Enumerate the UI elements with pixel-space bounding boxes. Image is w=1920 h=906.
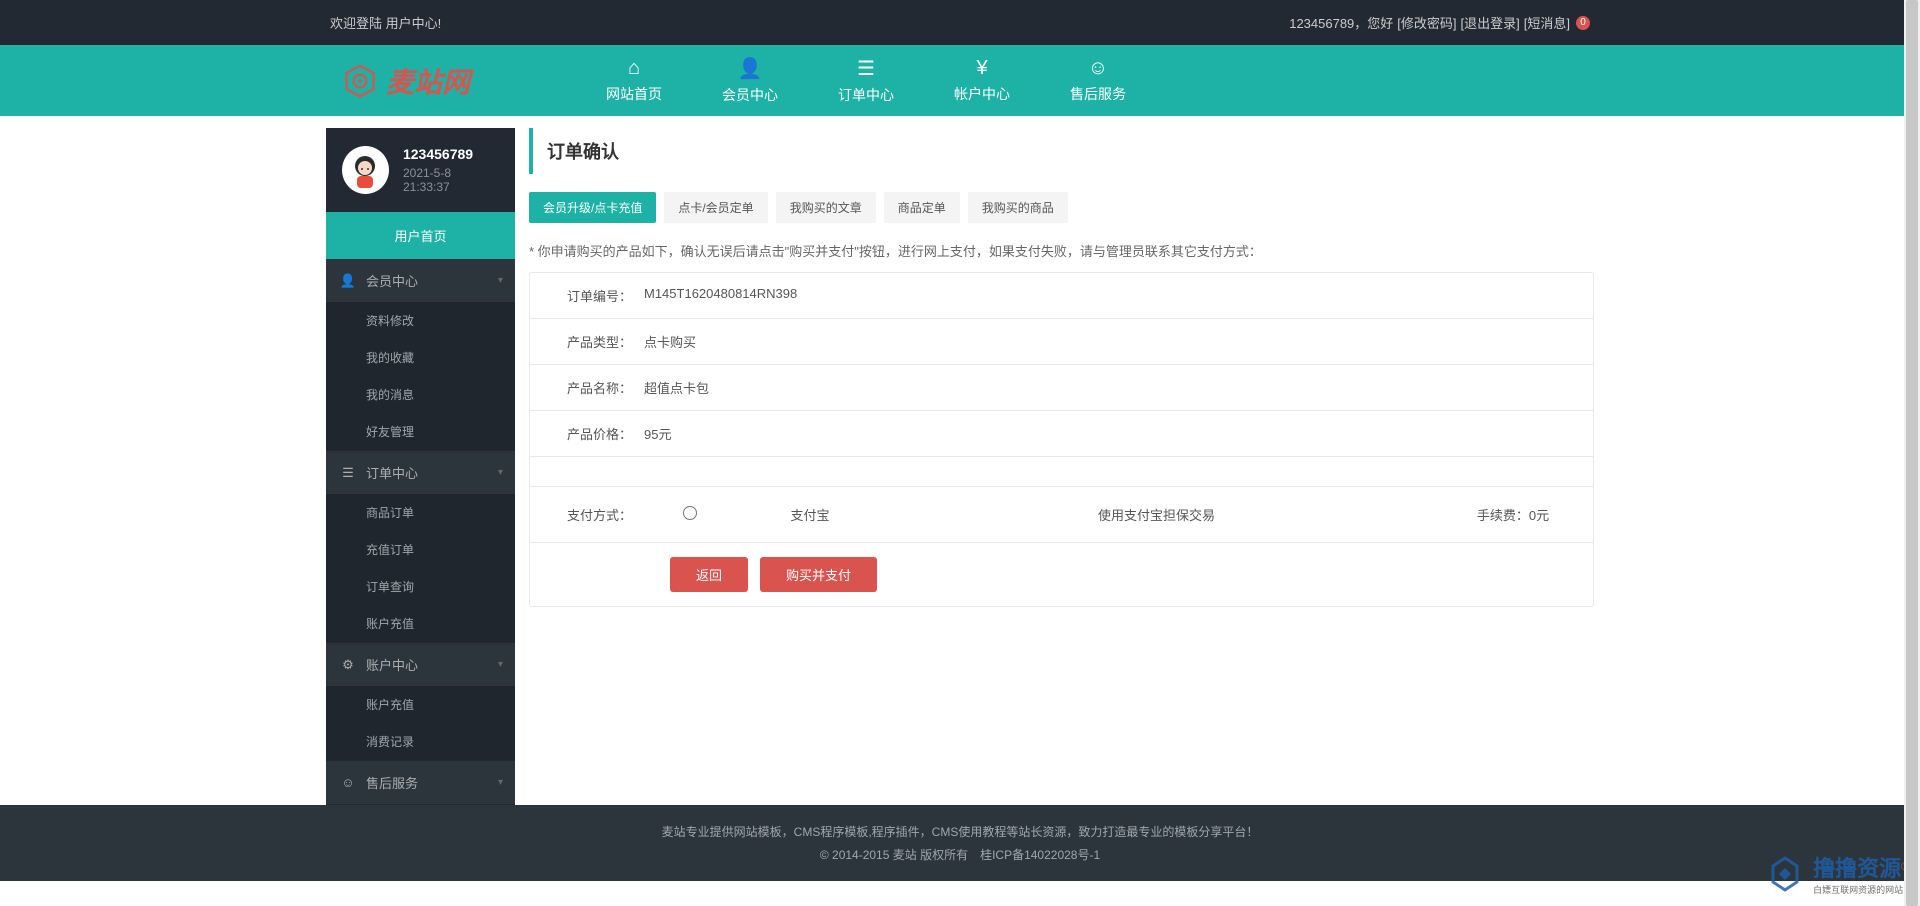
logout-link[interactable]: [退出登录] — [1461, 13, 1520, 32]
logo[interactable]: 麦站网 — [326, 61, 486, 101]
message-count-badge: 0 — [1576, 16, 1590, 30]
nav-home[interactable]: ⌂ 网站首页 — [576, 45, 692, 116]
sidebar-group-member[interactable]: 👤 会员中心 ▾ — [326, 259, 515, 302]
nav-account[interactable]: ¥ 帐户中心 — [924, 45, 1040, 116]
watermark: 撸撸资源® 白嫖互联网资源的网站 — [1765, 851, 1910, 896]
tab-my-products[interactable]: 我购买的商品 — [968, 192, 1068, 223]
chevron-down-icon: ▾ — [498, 659, 503, 670]
profile-name: 123456789 — [403, 146, 499, 162]
product-type-label: 产品类型： — [530, 332, 640, 351]
nav-member[interactable]: 👤 会员中心 — [692, 45, 808, 116]
footer-line2: © 2014-2015 麦站 版权所有 桂ICP备14022028号-1 — [0, 846, 1920, 863]
tab-my-articles[interactable]: 我购买的文章 — [776, 192, 876, 223]
pay-method-name: 支付宝 — [740, 505, 880, 524]
scrollbar-thumb[interactable] — [1906, 0, 1918, 906]
scrollbar[interactable] — [1904, 0, 1920, 906]
tab-upgrade-recharge[interactable]: 会员升级/点卡充值 — [529, 192, 656, 223]
main-content: 订单确认 会员升级/点卡充值 点卡/会员定单 我购买的文章 商品定单 我购买的商… — [515, 128, 1594, 805]
sidebar-item-messages[interactable]: 我的消息 — [326, 376, 515, 413]
footer: 麦站专业提供网站模板，CMS程序模板,程序插件，CMS使用教程等站长资源，致力打… — [0, 805, 1920, 881]
chevron-down-icon: ▾ — [498, 275, 503, 286]
sidebar-item-order-query[interactable]: 订单查询 — [326, 568, 515, 605]
sidebar-item-user-home[interactable]: 用户首页 — [326, 212, 515, 259]
yen-icon: ¥ — [976, 57, 987, 80]
return-button[interactable]: 返回 — [670, 557, 748, 592]
avatar — [342, 146, 389, 194]
order-number-value: M145T1620480814RN398 — [640, 286, 1593, 305]
smile-icon: ☺ — [1088, 57, 1108, 80]
pay-method-label: 支付方式： — [530, 505, 640, 524]
spacer — [530, 457, 1593, 487]
pay-method-radio-alipay[interactable] — [683, 506, 697, 520]
navbar: 麦站网 ⌂ 网站首页 👤 会员中心 ☰ 订单中心 ¥ 帐户中心 ☺ 售后服务 — [0, 45, 1920, 116]
logo-text: 麦站网 — [386, 61, 470, 101]
home-icon: ⌂ — [628, 57, 640, 80]
sidebar-item-recharge-orders[interactable]: 充值订单 — [326, 531, 515, 568]
buy-and-pay-button[interactable]: 购买并支付 — [760, 557, 877, 592]
page-title: 订单确认 — [547, 138, 1580, 164]
sidebar-item-favorites[interactable]: 我的收藏 — [326, 339, 515, 376]
user-icon: 👤 — [340, 273, 356, 289]
gear-icon: ⚙ — [340, 657, 356, 673]
user-icon: 👤 — [738, 56, 763, 81]
smile-icon: ☺ — [340, 775, 356, 791]
sidebar-item-account-recharge2[interactable]: 账户充值 — [326, 686, 515, 723]
sidebar-profile: 123456789 2021-5-8 21:33:37 — [326, 128, 515, 212]
watermark-icon — [1765, 854, 1805, 894]
order-number-label: 订单编号： — [530, 286, 640, 305]
topbar-username: 123456789，您好 — [1289, 13, 1393, 32]
sidebar-item-profile-edit[interactable]: 资料修改 — [326, 302, 515, 339]
sidebar: 123456789 2021-5-8 21:33:37 用户首页 👤 会员中心 … — [326, 128, 515, 805]
product-price-value: 95元 — [640, 424, 1593, 443]
messages-link[interactable]: [短消息] — [1524, 13, 1570, 32]
chevron-down-icon: ▾ — [498, 777, 503, 788]
list-icon: ☰ — [340, 465, 356, 481]
nav-service[interactable]: ☺ 售后服务 — [1040, 45, 1156, 116]
sidebar-group-account[interactable]: ⚙ 账户中心 ▾ — [326, 643, 515, 686]
footer-line1: 麦站专业提供网站模板，CMS程序模板,程序插件，CMS使用教程等站长资源，致力打… — [0, 823, 1920, 840]
sidebar-group-service[interactable]: ☺ 售后服务 ▾ — [326, 761, 515, 804]
product-type-value: 点卡购买 — [640, 332, 1593, 351]
sidebar-item-friends[interactable]: 好友管理 — [326, 413, 515, 450]
nav-order[interactable]: ☰ 订单中心 — [808, 45, 924, 116]
product-name-label: 产品名称： — [530, 378, 640, 397]
tabs: 会员升级/点卡充值 点卡/会员定单 我购买的文章 商品定单 我购买的商品 — [529, 192, 1594, 223]
tab-card-orders[interactable]: 点卡/会员定单 — [664, 192, 767, 223]
product-price-label: 产品价格： — [530, 424, 640, 443]
logo-icon — [342, 63, 378, 99]
watermark-sub: 白嫖互联网资源的网站 — [1813, 883, 1910, 896]
topbar: 欢迎登陆 用户中心! 123456789，您好 [修改密码] [退出登录] [短… — [0, 0, 1920, 45]
watermark-text: 撸撸资源 — [1813, 856, 1901, 881]
notice-text: * 你申请购买的产品如下，确认无误后请点击"购买并支付"按钮，进行网上支付，如果… — [529, 241, 1594, 260]
sidebar-item-product-orders[interactable]: 商品订单 — [326, 494, 515, 531]
change-password-link[interactable]: [修改密码] — [1397, 13, 1456, 32]
pay-fee: 手续费：0元 — [1433, 505, 1593, 524]
profile-time: 2021-5-8 21:33:37 — [403, 166, 499, 194]
list-icon: ☰ — [857, 56, 875, 81]
welcome-text: 欢迎登陆 用户中心! — [330, 13, 441, 32]
sidebar-item-account-recharge[interactable]: 账户充值 — [326, 605, 515, 642]
sidebar-item-spend-history[interactable]: 消费记录 — [326, 723, 515, 760]
sidebar-group-order[interactable]: ☰ 订单中心 ▾ — [326, 451, 515, 494]
order-table: 订单编号： M145T1620480814RN398 产品类型： 点卡购买 产品… — [529, 272, 1594, 607]
pay-method-desc: 使用支付宝担保交易 — [880, 505, 1433, 524]
chevron-down-icon: ▾ — [498, 467, 503, 478]
product-name-value: 超值点卡包 — [640, 378, 1593, 397]
tab-product-orders[interactable]: 商品定单 — [884, 192, 960, 223]
